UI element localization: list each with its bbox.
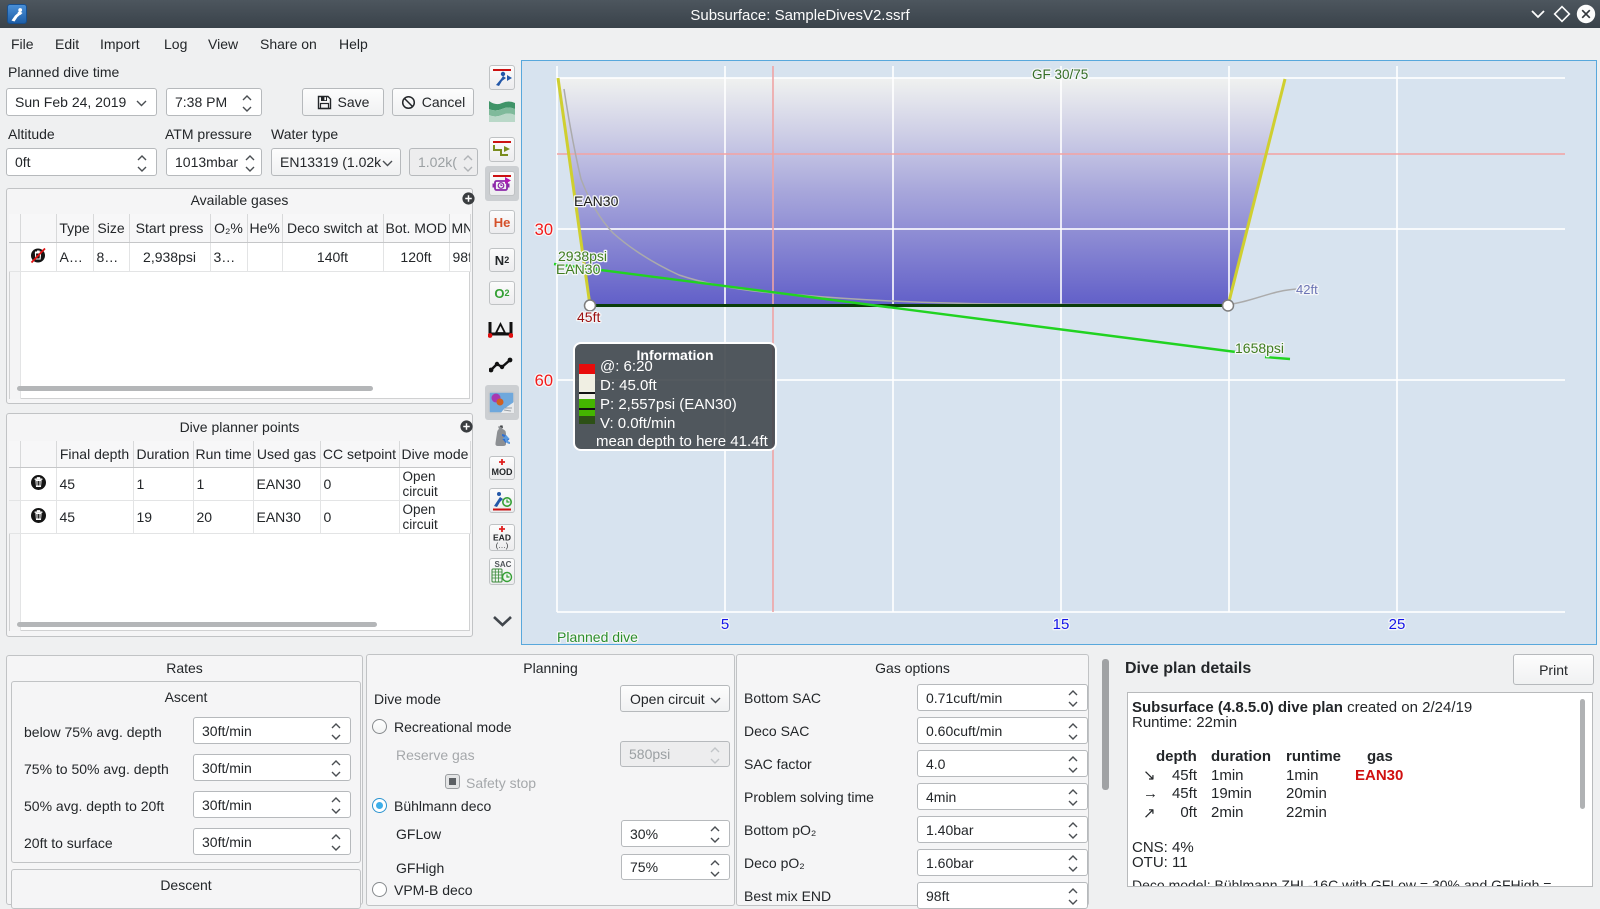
svg-text:30: 30: [535, 221, 553, 239]
svg-text:25: 25: [1389, 616, 1406, 633]
svg-text:1658psi: 1658psi: [1235, 340, 1284, 356]
svg-text:GF 30/75: GF 30/75: [1032, 67, 1088, 82]
svg-text:5: 5: [721, 616, 729, 633]
svg-text:MOD: MOD: [492, 467, 513, 477]
svg-text:SAC: SAC: [495, 560, 512, 569]
svg-text:45ft: 45ft: [577, 309, 600, 325]
svg-text:EAN30: EAN30: [574, 193, 619, 209]
svg-text:Planned dive: Planned dive: [557, 629, 638, 644]
svg-text:EAN30: EAN30: [556, 261, 601, 277]
svg-text:(…): (…): [496, 541, 509, 550]
svg-text:60: 60: [535, 372, 553, 390]
svg-text:42ft: 42ft: [1296, 282, 1318, 297]
svg-text:15: 15: [1053, 616, 1070, 633]
